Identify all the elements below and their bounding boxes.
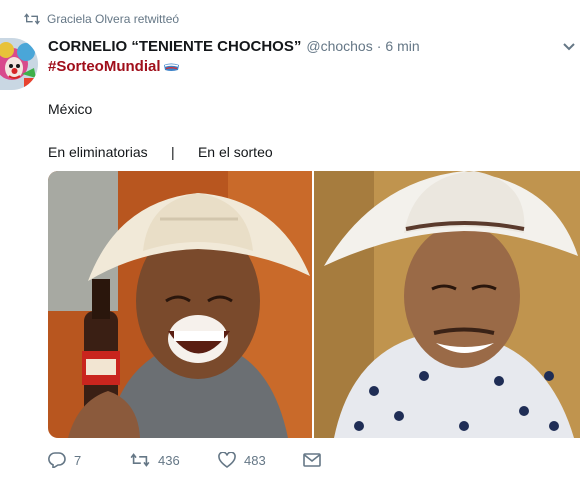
tweet-text-line1: México <box>48 101 93 117</box>
photo-right[interactable] <box>314 171 580 438</box>
heart-icon <box>218 452 236 468</box>
author-display-name[interactable]: CORNELIO “TENIENTE CHOCHOS” <box>48 38 301 55</box>
tweet-actions: 7 436 483 <box>48 452 321 468</box>
like-button[interactable]: 483 <box>218 452 303 468</box>
tweet-text-line2: En eliminatorias | En el sorteo <box>48 144 273 160</box>
caption-left: En eliminatorias <box>48 144 148 160</box>
retweet-context[interactable]: Graciela Olvera retwitteó <box>24 12 179 26</box>
like-count: 483 <box>244 452 266 468</box>
retweet-action-icon <box>130 453 150 467</box>
avatar[interactable] <box>0 38 38 90</box>
caption-separator: | <box>170 144 175 160</box>
reply-button[interactable]: 7 <box>48 452 128 468</box>
hashtag-link[interactable]: #SorteoMundial <box>48 58 161 75</box>
photo-left[interactable] <box>48 171 312 438</box>
author-handle[interactable]: @chochos <box>306 38 372 54</box>
separator-dot: · <box>376 38 382 54</box>
hashtag-line: #SorteoMundial <box>48 58 180 75</box>
retweet-button[interactable]: 436 <box>130 452 216 468</box>
caption-right: En el sorteo <box>197 144 273 160</box>
retweet-context-label: Graciela Olvera retwitteó <box>47 12 180 26</box>
reply-count: 7 <box>74 452 82 468</box>
tweet-card[interactable]: Graciela Olvera retwitteó CORNELIO “TENI… <box>0 0 580 492</box>
tweet-header: CORNELIO “TENIENTE CHOCHOS” @chochos · 6… <box>48 38 420 55</box>
direct-message-button[interactable] <box>303 453 321 467</box>
reply-icon <box>48 452 66 468</box>
media-grid <box>48 171 580 438</box>
timestamp[interactable]: 6 min <box>385 38 419 54</box>
chevron-down-icon[interactable] <box>562 42 576 52</box>
hashflag-ball-icon <box>163 63 179 71</box>
retweet-count: 436 <box>158 452 180 468</box>
envelope-icon <box>303 453 321 467</box>
retweet-icon <box>24 13 40 25</box>
